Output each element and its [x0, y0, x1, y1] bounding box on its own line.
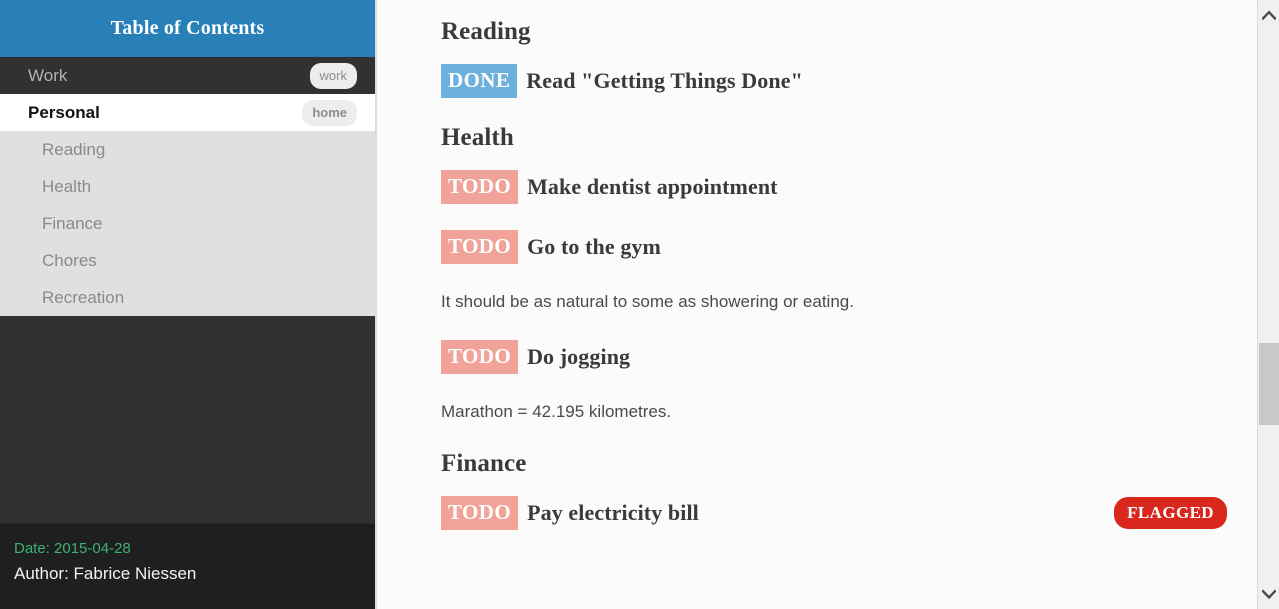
task-item[interactable]: TODO Do jogging — [441, 339, 1239, 374]
table-of-contents-sidebar: Table of Contents Work work Personal home Re… — [0, 0, 375, 609]
task-title: Go to the gym — [527, 234, 661, 259]
task-keyword-badge[interactable]: TODO — [441, 230, 519, 264]
task-title: Make dentist appointment — [527, 174, 778, 199]
chevron-up-icon[interactable] — [1258, 0, 1279, 30]
sidebar-item-recreation[interactable]: Recreation — [0, 279, 375, 316]
sidebar-item-label: Chores — [42, 250, 97, 270]
task-tag-flagged[interactable]: FLAGGED — [1114, 496, 1227, 529]
vertical-scrollbar[interactable] — [1257, 0, 1279, 609]
task-title: Read "Getting Things Done" — [526, 68, 803, 93]
sidebar-item-tag[interactable]: work — [309, 62, 357, 89]
sidebar-filler — [0, 316, 375, 524]
task-item[interactable]: TODO Go to the gym — [441, 230, 1239, 264]
task-keyword-badge[interactable]: TODO — [441, 339, 519, 374]
body-paragraph: It should be as natural to some as showe… — [441, 292, 854, 311]
scrollbar-thumb[interactable] — [1259, 343, 1279, 425]
toc-header-title: Table of Contents — [0, 0, 375, 57]
main-content-area: Reading DONE Read "Getting Things Done" Hea… — [375, 0, 1279, 609]
toc-item-list: Work work Personal home Reading Health Finance… — [0, 57, 375, 316]
sidebar-item-reading[interactable]: Reading — [0, 131, 375, 168]
sidebar-item-label: Health — [42, 176, 92, 196]
chevron-down-icon[interactable] — [1258, 579, 1279, 609]
sidebar-item-chores[interactable]: Chores — [0, 242, 375, 279]
task-item[interactable]: TODO Pay electricity bill FLAGGED — [441, 495, 1239, 530]
task-title: Pay electricity bill — [527, 499, 699, 525]
section-heading: Health — [441, 124, 514, 151]
task-item[interactable]: DONE Read "Getting Things Done" — [441, 64, 1239, 98]
task-keyword-badge[interactable]: TODO — [441, 495, 519, 530]
sidebar-item-label: Recreation — [42, 287, 125, 307]
sidebar-item-finance[interactable]: Finance — [0, 205, 375, 242]
document-author: Author: Fabrice Niessen — [14, 563, 197, 583]
sidebar-item-label: Finance — [42, 213, 103, 233]
sidebar-item-label: Reading — [42, 139, 106, 159]
task-item[interactable]: TODO Make dentist appointment — [441, 170, 1239, 204]
body-paragraph: Marathon = 42.195 kilometres. — [441, 401, 672, 421]
sidebar-footer: Date: 2015-04-28 Author: Fabrice Niessen — [0, 523, 375, 609]
section-heading: Finance — [441, 449, 527, 477]
task-title: Do jogging — [527, 343, 631, 369]
sidebar-item-personal[interactable]: Personal home — [0, 94, 375, 131]
document-body: Reading DONE Read "Getting Things Done" Hea… — [377, 0, 1279, 530]
sidebar-item-label: Personal — [28, 102, 100, 122]
sidebar-item-tag[interactable]: home — [302, 99, 357, 126]
section-heading: Reading — [441, 18, 531, 45]
sidebar-item-health[interactable]: Health — [0, 168, 375, 205]
document-date: Date: 2015-04-28 — [14, 540, 131, 558]
app-root: Table of Contents Work work Personal home Re… — [0, 0, 1279, 609]
sidebar-item-label: Work — [28, 65, 68, 85]
sidebar-item-work[interactable]: Work work — [0, 57, 375, 94]
task-keyword-badge[interactable]: DONE — [441, 64, 518, 98]
task-keyword-badge[interactable]: TODO — [441, 170, 519, 204]
